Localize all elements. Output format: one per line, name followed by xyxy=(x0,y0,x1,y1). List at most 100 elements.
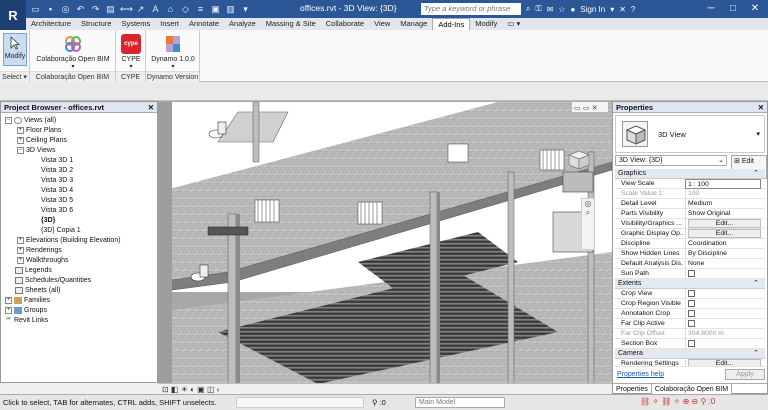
expand-icon[interactable]: + xyxy=(5,296,12,304)
tree-3d-current[interactable]: {3D} xyxy=(41,216,55,226)
section-camera[interactable]: Camera ⌃ xyxy=(615,349,765,359)
detail-level-value[interactable]: Medium xyxy=(685,199,761,209)
zoom-icon[interactable]: ⌕ xyxy=(582,208,594,218)
tree-revit-links[interactable]: ∞ Revit Links xyxy=(5,316,48,326)
measure-icon[interactable]: ⟷ xyxy=(120,4,133,15)
filter-icon[interactable]: ⚲ xyxy=(372,398,378,407)
tree-sheets[interactable]: Sheets (all) xyxy=(15,286,60,296)
communication-icon[interactable]: ✉ xyxy=(547,5,554,14)
instance-selector[interactable]: 3D View: {3D} ⌄ xyxy=(615,155,727,166)
tree-3d-views[interactable]: −3D Views xyxy=(17,146,55,156)
expand-icon[interactable]: + xyxy=(17,126,24,134)
save-icon[interactable]: ▪ xyxy=(45,4,56,15)
expand-icon[interactable]: + xyxy=(17,236,24,244)
select-dropdown[interactable]: Select ▾ xyxy=(0,71,29,82)
tab-structure[interactable]: Structure xyxy=(76,18,116,30)
far-clip-checkbox[interactable] xyxy=(688,320,695,328)
tree-vista-3d-3[interactable]: Vista 3D 3 xyxy=(41,176,73,186)
expand-icon[interactable]: + xyxy=(5,306,12,314)
dynamo-button[interactable]: Dynamo 1.0.0 ▾ xyxy=(148,34,198,70)
selection-toggle-icons[interactable]: ⛓ ✧ ⛓ ✧ ⊕ ⊖ ⚲ :0 xyxy=(640,397,715,406)
tab-view[interactable]: View xyxy=(369,18,395,30)
redo-icon[interactable]: ↷ xyxy=(90,4,101,15)
tree-schedules[interactable]: Schedules/Quantities xyxy=(15,276,91,286)
sun-path-checkbox[interactable] xyxy=(688,270,695,278)
workset-selector[interactable] xyxy=(236,397,364,408)
close-icon[interactable]: ✕ xyxy=(148,102,154,113)
cype-button[interactable]: cype CYPE ▾ xyxy=(119,34,143,70)
tree-groups[interactable]: + Groups xyxy=(5,306,47,316)
tree-ceiling-plans[interactable]: + Ceiling Plans xyxy=(17,136,67,146)
tree-vista-3d-6[interactable]: Vista 3D 6 xyxy=(41,206,73,216)
section-icon[interactable]: ◇ xyxy=(180,4,191,15)
section-box-checkbox[interactable] xyxy=(688,340,695,348)
tree-vista-3d-2[interactable]: Vista 3D 2 xyxy=(41,166,73,176)
tab-systems[interactable]: Systems xyxy=(116,18,155,30)
discipline-value[interactable]: Coordination xyxy=(685,239,761,249)
expand-icon[interactable]: + xyxy=(17,256,24,264)
application-menu-button[interactable]: R xyxy=(0,0,26,30)
rendering-settings-edit-button[interactable]: Edit... xyxy=(688,359,761,366)
tree-vista-3d-1[interactable]: Vista 3D 1 xyxy=(41,156,73,166)
binoculars-icon[interactable]: ⌕ xyxy=(526,4,530,14)
apply-button[interactable]: Apply xyxy=(725,369,765,380)
tab-massing-site[interactable]: Massing & Site xyxy=(261,18,321,30)
viewcube-icon[interactable] xyxy=(566,148,592,172)
dimension-icon[interactable]: ↗ xyxy=(135,4,146,15)
steering-wheel-icon[interactable]: ◎ xyxy=(582,199,594,208)
tree-legends[interactable]: Legends xyxy=(15,266,52,276)
graphic-display-edit-button[interactable]: Edit... xyxy=(688,229,761,238)
type-selector[interactable]: 3D View ▾ xyxy=(615,115,765,153)
tab-annotate[interactable]: Annotate xyxy=(184,18,224,30)
hidden-lines-value[interactable]: By Discipline xyxy=(685,249,761,259)
thin-lines-icon[interactable]: ≡ xyxy=(195,4,206,15)
close-icon[interactable]: ✕ xyxy=(758,102,764,113)
tree-families[interactable]: + Families xyxy=(5,296,50,306)
sync-icon[interactable]: ◎ xyxy=(60,4,71,15)
annotation-crop-checkbox[interactable] xyxy=(688,310,695,318)
open-bim-button[interactable]: Colaboração Open BIM ▾ xyxy=(34,34,112,70)
tab-insert[interactable]: Insert xyxy=(155,18,184,30)
section-extents[interactable]: Extents ⌃ xyxy=(615,279,765,289)
user-icon[interactable]: ● xyxy=(570,5,575,14)
tab-collaborate[interactable]: Collaborate xyxy=(321,18,369,30)
parts-visibility-value[interactable]: Show Original xyxy=(685,209,761,219)
help-button[interactable]: ? xyxy=(631,5,635,14)
view-control-icons[interactable]: ⊡ ◧ ☀ ◐ ▣ ◫ ‹ xyxy=(162,385,219,394)
text-icon[interactable]: A xyxy=(150,4,161,15)
sign-in-link[interactable]: Sign In xyxy=(580,5,605,14)
search-input[interactable]: Type a keyword or phrase xyxy=(421,3,521,15)
crop-visible-checkbox[interactable] xyxy=(688,300,695,308)
properties-help-link[interactable]: Properties help xyxy=(617,371,664,378)
subscription-icon[interactable]: ⚿ xyxy=(535,4,541,14)
3d-view-canvas[interactable]: ▭ ▭ ✕ ◎ ⌕ xyxy=(158,101,612,383)
section-graphics[interactable]: Graphics ⌃ xyxy=(615,169,765,179)
maximize-icon[interactable]: □ xyxy=(722,0,744,18)
design-option-selector[interactable]: Main Model xyxy=(415,397,505,408)
print-icon[interactable]: ▤ xyxy=(105,4,116,15)
tree-elevations[interactable]: + Elevations (Building Elevation) xyxy=(17,236,121,246)
close-hidden-icon[interactable]: ▣ xyxy=(210,4,221,15)
analysis-display-value[interactable]: None xyxy=(685,259,761,269)
ribbon-options-icon[interactable]: ▭ ▾ xyxy=(502,18,525,30)
tab-add-ins[interactable]: Add-Ins xyxy=(432,17,471,31)
tab-modify[interactable]: Modify xyxy=(470,18,502,30)
tree-renderings[interactable]: + Renderings xyxy=(17,246,62,256)
open-icon[interactable]: ▭ xyxy=(30,4,41,15)
tree-vista-3d-5[interactable]: Vista 3D 5 xyxy=(41,196,73,206)
tab-analyze[interactable]: Analyze xyxy=(224,18,261,30)
collapse-icon[interactable]: − xyxy=(17,146,24,154)
modify-button[interactable]: Modify xyxy=(3,33,27,66)
tree-floor-plans[interactable]: + Floor Plans xyxy=(17,126,61,136)
expand-icon[interactable]: + xyxy=(17,246,24,254)
view-scale-input[interactable]: 1 : 100 xyxy=(685,179,761,189)
minimize-icon[interactable]: ─ xyxy=(700,0,722,18)
tab-manage[interactable]: Manage xyxy=(395,18,432,30)
tree-views-all[interactable]: − Views (all) xyxy=(5,116,56,126)
collapse-icon[interactable]: − xyxy=(5,116,12,124)
tab-colaboracao-open-bim[interactable]: Colaboração Open BIM xyxy=(651,384,733,394)
tab-properties[interactable]: Properties xyxy=(613,384,652,394)
type-dropdown-icon[interactable]: ▾ xyxy=(756,130,760,138)
sign-in-dropdown-icon[interactable]: ▾ xyxy=(610,5,614,14)
favorites-icon[interactable]: ☆ xyxy=(558,5,565,14)
